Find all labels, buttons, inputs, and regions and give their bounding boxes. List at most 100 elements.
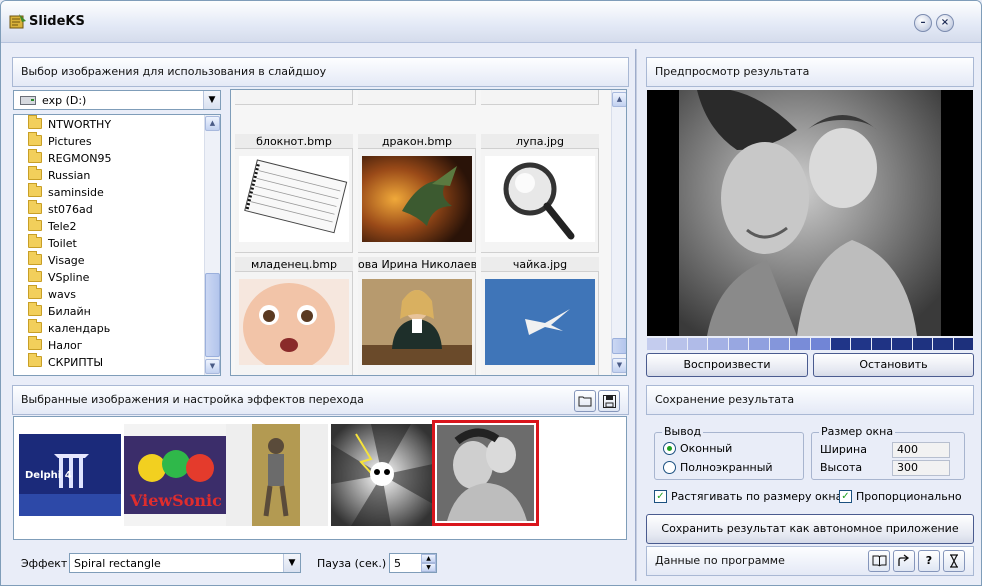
file-cell[interactable]: младенец.bmp [235,257,353,375]
height-field[interactable]: 300 [892,460,950,476]
selected-slide[interactable] [437,425,534,521]
folder-item[interactable]: календарь [28,319,110,337]
chevron-down-icon[interactable]: ▼ [203,91,220,109]
preview-progress [647,338,973,350]
app-title: SlideKS [29,14,85,29]
stop-button[interactable]: Остановить [813,353,974,377]
scroll-down-icon[interactable]: ▼ [205,359,220,374]
width-label: Ширина [820,443,867,456]
chevron-down-icon[interactable]: ▼ [283,554,300,572]
current-selection-frame[interactable] [432,420,539,526]
folder-item[interactable]: saminside [28,183,104,201]
progress-segment [728,338,749,350]
stretch-checkbox[interactable]: ✓ [654,490,667,503]
output-group: Вывод Оконный Полноэкранный [654,426,804,480]
folder-item[interactable]: Russian [28,166,91,184]
file-thumbnail [362,279,472,365]
scroll-thumb[interactable] [612,338,626,354]
folder-item[interactable]: VSpline [28,268,90,286]
file-cell-partial[interactable] [358,90,476,105]
export-standalone-button[interactable]: Сохранить результат как автономное прило… [646,514,974,544]
stepper-up-icon[interactable]: ▲ [421,554,436,563]
selected-slide[interactable]: ViewSonic [124,424,226,526]
proportional-checkbox[interactable]: ✓ [839,490,852,503]
fullscreen-radio[interactable] [663,461,676,474]
selected-slide[interactable]: Delphi 4 [19,424,121,526]
folder-item[interactable]: Билайн [28,302,91,320]
folder-item[interactable]: wavs [28,285,76,303]
effect-select[interactable]: Spiral rectangle ▼ [69,553,301,573]
play-button[interactable]: Воспроизвести [646,353,808,377]
title-bar[interactable]: SlideKS – × [1,1,981,43]
save-file-button[interactable] [598,390,620,412]
folder-item[interactable]: Tele2 [28,217,76,235]
file-name: блокнот.bmp [235,134,353,149]
scroll-up-icon[interactable]: ▲ [205,116,220,131]
folder-label: СКРИПТЫ [48,356,104,369]
selected-images-strip[interactable]: Delphi 4 ViewSonic [13,416,627,540]
folder-icon [28,132,42,146]
progress-segment [933,338,953,350]
file-cell[interactable]: ова Ирина Николаевна [358,257,476,375]
stretch-label[interactable]: Растягивать по размеру окна [671,490,842,504]
about-book-button[interactable] [868,550,890,572]
scroll-down-icon[interactable]: ▼ [612,358,626,373]
minimize-button[interactable]: – [914,14,932,32]
file-cell[interactable]: лупа.jpg [481,134,599,253]
file-cell[interactable]: блокнот.bmp [235,134,353,253]
stepper-down-icon[interactable]: ▼ [421,563,436,572]
progress-segment [647,338,667,350]
folder-item[interactable]: Налог [28,336,83,354]
folder-tree[interactable]: NTWORTHY Pictures REGMON95 Russian saminside… [13,114,221,376]
tree-scrollbar[interactable]: ▲ ▼ [204,115,220,375]
folder-label: st076ad [48,203,93,216]
folder-item[interactable]: Pictures [28,132,92,150]
book-icon [872,555,886,567]
file-cell-partial[interactable] [235,90,353,105]
folder-label: Russian [48,169,91,182]
hourglass-button[interactable] [943,550,965,572]
folder-item[interactable]: Visage [28,251,85,269]
pause-stepper[interactable]: 5 ▲ ▼ [389,553,437,573]
open-folder-button[interactable] [574,390,596,412]
folder-icon [28,336,42,350]
folder-icon [28,200,42,214]
width-field[interactable]: 400 [892,442,950,458]
proportional-label[interactable]: Пропорционально [856,490,962,504]
share-button[interactable] [893,550,915,572]
fullscreen-label[interactable]: Полноэкранный [680,461,773,475]
progress-segment [851,338,871,350]
help-button[interactable]: ? [918,550,940,572]
folder-item[interactable]: Toilet [28,234,77,252]
file-cell-partial[interactable] [481,90,599,105]
progress-segment [749,338,769,350]
drive-select[interactable]: exp (D:) ▼ [13,90,221,110]
windowed-radio[interactable] [663,442,676,455]
hourglass-icon [950,554,958,568]
file-cell[interactable]: дракон.bmp [358,134,476,253]
grid-scrollbar[interactable]: ▲ ▼ [611,90,626,375]
folder-item[interactable]: REGMON95 [28,149,112,167]
selected-slide[interactable] [226,424,328,526]
file-cell[interactable]: чайка.jpg [481,257,599,375]
file-thumbnail [239,279,349,365]
scroll-thumb[interactable] [205,273,220,357]
progress-segment [810,338,830,350]
folder-icon [28,319,42,333]
progress-segment [912,338,933,350]
windowed-label[interactable]: Оконный [680,442,732,456]
scroll-up-icon[interactable]: ▲ [612,92,626,107]
progress-segment [953,338,973,350]
preview-header: Предпросмотр результата [646,57,974,87]
folder-label: VSpline [48,271,90,284]
close-button[interactable]: × [936,14,954,32]
drive-icon [20,96,36,105]
effect-value: Spiral rectangle [74,557,161,570]
file-grid[interactable]: блокнот.bmp дракон.bmp лупа.jpg младенец… [230,89,627,376]
drive-value: exp (D:) [42,94,87,107]
folder-item[interactable]: СКРИПТЫ [28,353,104,371]
selected-slide[interactable] [331,424,433,526]
folder-item[interactable]: st076ad [28,200,93,218]
folder-item[interactable]: NTWORTHY [28,115,111,133]
file-name: ова Ирина Николаевна [358,257,476,272]
